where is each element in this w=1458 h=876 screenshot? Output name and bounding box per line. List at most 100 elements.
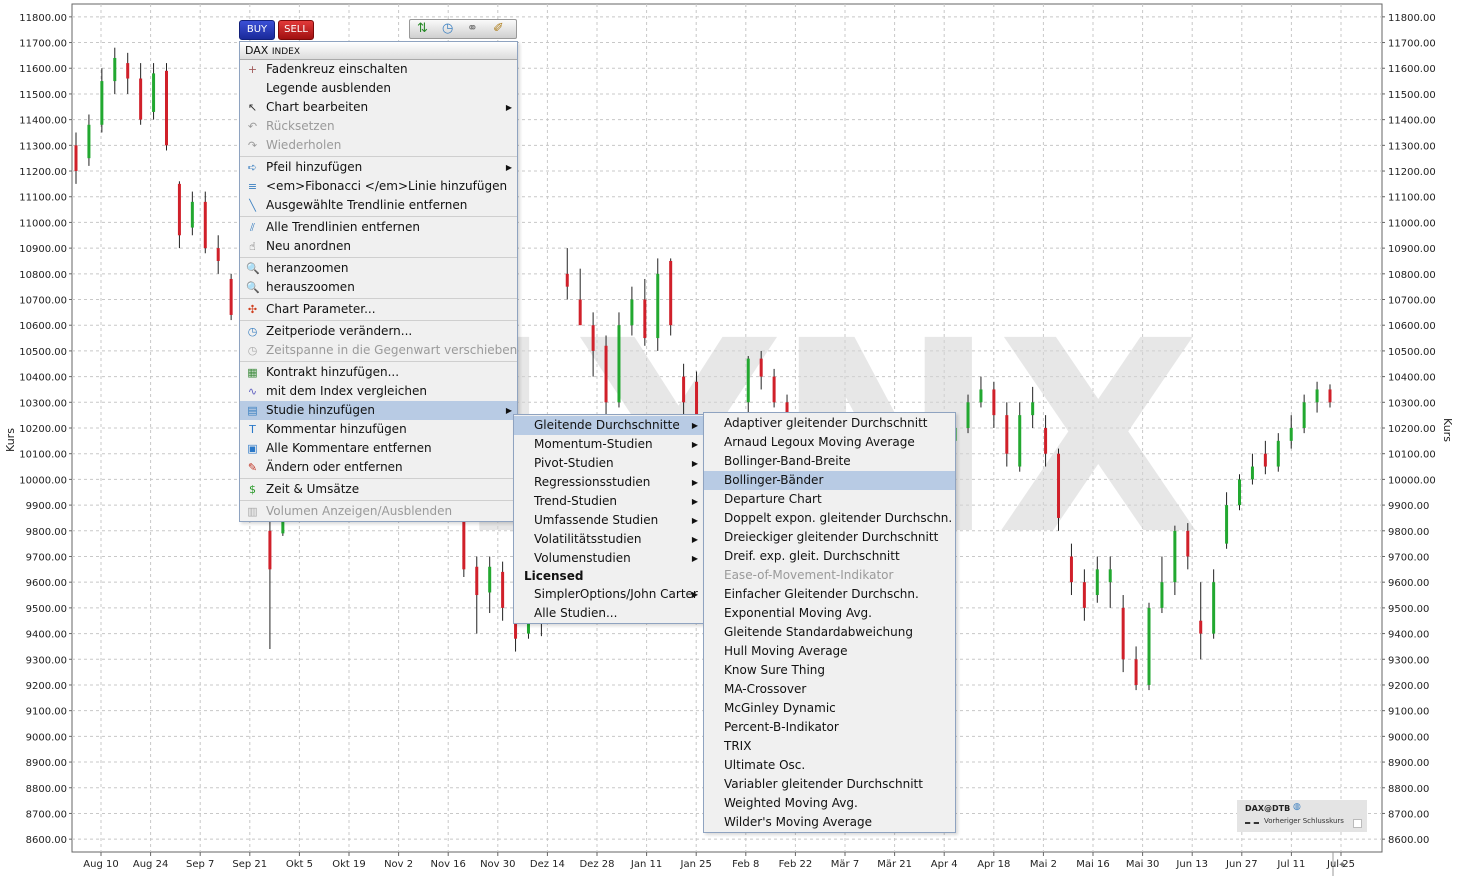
study-menu-licensed-item[interactable]: Alle Studien... — [514, 604, 703, 623]
context-menu-item[interactable]: 🔍 herauszoomen — [240, 278, 517, 297]
context-menu-item[interactable]: ✎ Ändern oder entfernen — [240, 458, 517, 477]
context-menu-item[interactable]: 🔍 heranzoomen — [240, 259, 517, 278]
context-menu-item[interactable]: ⫽ Alle Trendlinien entfernen — [240, 218, 517, 237]
clock-icon[interactable]: ◷ — [442, 21, 453, 37]
context-menu-item-label: Rücksetzen — [266, 119, 335, 133]
moving-average-item[interactable]: Adaptiver gleitender Durchschnitt — [704, 414, 955, 433]
moving-average-item[interactable]: Dreif. exp. gleit. Durchschnitt — [704, 547, 955, 566]
y-tick-left: 10600.00 — [19, 321, 67, 332]
y-tick-left: 8900.00 — [26, 758, 67, 769]
y-tick-left: 9400.00 — [26, 630, 67, 641]
study-menu-item[interactable]: Volumenstudien ▶ — [514, 549, 703, 568]
moving-average-item-label: TRIX — [724, 739, 752, 753]
moving-average-item-label: Arnaud Legoux Moving Average — [724, 435, 915, 449]
submenu-arrow-icon: ▶ — [691, 590, 698, 599]
study-menu-item[interactable]: Gleitende Durchschnitte ▶ — [514, 416, 703, 435]
context-menu-item[interactable]: ↖ Chart bearbeiten ▶ — [240, 98, 517, 117]
y-axis-label-left: Kurs — [4, 428, 17, 452]
moving-average-item[interactable]: MA-Crossover — [704, 680, 955, 699]
context-menu-item[interactable]: ∿ mit dem Index vergleichen — [240, 382, 517, 401]
y-tick-right: 9000.00 — [1388, 732, 1429, 743]
moving-average-item[interactable]: Percent-B-Indikator — [704, 718, 955, 737]
context-menu-item[interactable]: ≡ <em>Fibonacci </em>Linie hinzufügen — [240, 177, 517, 196]
moving-average-item[interactable]: Doppelt expon. gleitender Durchschn. — [704, 509, 955, 528]
moving-average-item[interactable]: Bollinger-Bänder — [704, 471, 955, 490]
y-tick-left: 11000.00 — [19, 218, 67, 229]
context-menu-item: ◷ Zeitspanne in die Gegenwart verschieben — [240, 341, 518, 360]
context-menu-item[interactable]: $ Zeit & Umsätze — [240, 480, 517, 499]
link-icon[interactable]: ⚭ — [467, 21, 478, 37]
moving-average-item[interactable]: Know Sure Thing — [704, 661, 955, 680]
pencil-icon: ✎ — [247, 461, 258, 474]
globe-icon: ◍ — [1293, 802, 1301, 812]
candle-body — [164, 70, 168, 146]
moving-average-item[interactable]: Bollinger-Band-Breite — [704, 452, 955, 471]
broom-icon[interactable]: ✐ — [493, 21, 504, 37]
moving-average-item[interactable]: Gleitende Standardabweichung — [704, 623, 955, 642]
trend-arrows-icon[interactable]: ⇅ — [417, 21, 428, 37]
study-menu-item[interactable]: Umfassende Studien ▶ — [514, 511, 703, 530]
x-tick-label: Aug 10 — [83, 859, 118, 870]
sell-button[interactable]: SELL — [278, 20, 314, 40]
moving-average-item[interactable]: Departure Chart — [704, 490, 955, 509]
x-tick-label: Dez 14 — [530, 859, 565, 870]
y-tick-left: 11400.00 — [19, 116, 67, 127]
moving-average-item[interactable]: Weighted Moving Avg. — [704, 794, 955, 813]
moving-average-item[interactable]: Hull Moving Average — [704, 642, 955, 661]
buy-button[interactable]: BUY — [239, 20, 275, 40]
moving-average-item-label: Hull Moving Average — [724, 644, 848, 658]
y-tick-left: 10500.00 — [19, 347, 67, 358]
candle-body — [966, 402, 970, 428]
y-tick-left: 10300.00 — [19, 398, 67, 409]
context-menu-item-label: Volumen Anzeigen/Ausblenden — [266, 504, 453, 518]
instrument-name: DAX — [245, 44, 269, 57]
y-tick-left: 8600.00 — [26, 835, 67, 846]
y-tick-left: 9800.00 — [26, 527, 67, 538]
y-tick-left: 9600.00 — [26, 578, 67, 589]
study-menu-item[interactable]: Volatilitätsstudien ▶ — [514, 530, 703, 549]
moving-average-item-label: Weighted Moving Avg. — [724, 796, 858, 810]
x-tick-label: Mär 7 — [831, 859, 859, 870]
moving-average-item[interactable]: Ultimate Osc. — [704, 756, 955, 775]
moving-average-item[interactable]: Exponential Moving Avg. — [704, 604, 955, 623]
moving-average-item[interactable]: McGinley Dynamic — [704, 699, 955, 718]
candle-body — [1238, 479, 1242, 506]
context-menu-item[interactable]: T Kommentar hinzufügen — [240, 420, 517, 439]
context-menu-item-label: Alle Trendlinien entfernen — [266, 220, 420, 234]
study-menu-licensed-item[interactable]: SimplerOptions/John Carter ▶ — [514, 585, 703, 604]
y-tick-right: 10200.00 — [1388, 424, 1436, 435]
moving-average-item[interactable]: Wilder's Moving Average — [704, 813, 955, 832]
candle-body — [1044, 428, 1048, 454]
context-menu-item[interactable]: ➪ Pfeil hinzufügen ▶ — [240, 158, 517, 177]
context-menu-item[interactable]: ▣ Alle Kommentare entfernen — [240, 439, 517, 458]
moving-average-item[interactable]: Einfacher Gleitender Durchschn. — [704, 585, 955, 604]
x-tick-label: Apr 4 — [931, 859, 958, 870]
context-menu-item[interactable]: ◷ Zeitperiode verändern... — [240, 322, 517, 341]
moving-average-item[interactable]: Variabler gleitender Durchschnitt — [704, 775, 955, 794]
study-menu-item[interactable]: Pivot-Studien ▶ — [514, 454, 703, 473]
y-tick-left: 11600.00 — [19, 64, 67, 75]
candle-body — [1147, 607, 1151, 685]
moving-average-item[interactable]: Arnaud Legoux Moving Average — [704, 433, 955, 452]
context-menu-item[interactable]: ╲ Ausgewählte Trendlinie entfernen — [240, 196, 517, 215]
study-menu-item[interactable]: Regressionsstudien ▶ — [514, 473, 703, 492]
moving-average-item-label: Dreieckiger gleitender Durchschnitt — [724, 530, 939, 544]
context-menu-item[interactable]: ▦ Kontrakt hinzufügen... — [240, 363, 517, 382]
scroll-arrow-icon[interactable]: ✦ — [1338, 860, 1346, 871]
cursor-icon: ↖ — [247, 101, 258, 114]
context-menu-item[interactable]: ☝ Neu anordnen — [240, 237, 517, 256]
legend-checkbox[interactable] — [1353, 819, 1362, 828]
context-menu-item[interactable]: ▤ Studie hinzufügen ▶ — [240, 401, 517, 420]
moving-average-item[interactable]: TRIX — [704, 737, 955, 756]
instrument-type: INDEX — [271, 47, 301, 57]
context-menu-item[interactable]: Legende ausblenden — [240, 79, 517, 98]
menu-separator — [240, 361, 517, 362]
study-menu-item[interactable]: Trend-Studien ▶ — [514, 492, 703, 511]
x-tick-label: Dez 28 — [579, 859, 614, 870]
context-menu-item[interactable]: ✣ Chart Parameter... — [240, 300, 517, 319]
y-tick-right: 10000.00 — [1388, 475, 1436, 486]
context-menu-item[interactable]: + Fadenkreuz einschalten — [240, 60, 517, 79]
moving-average-item[interactable]: Dreieckiger gleitender Durchschnitt — [704, 528, 955, 547]
candle-body — [1225, 505, 1229, 544]
study-menu-item[interactable]: Momentum-Studien ▶ — [514, 435, 703, 454]
